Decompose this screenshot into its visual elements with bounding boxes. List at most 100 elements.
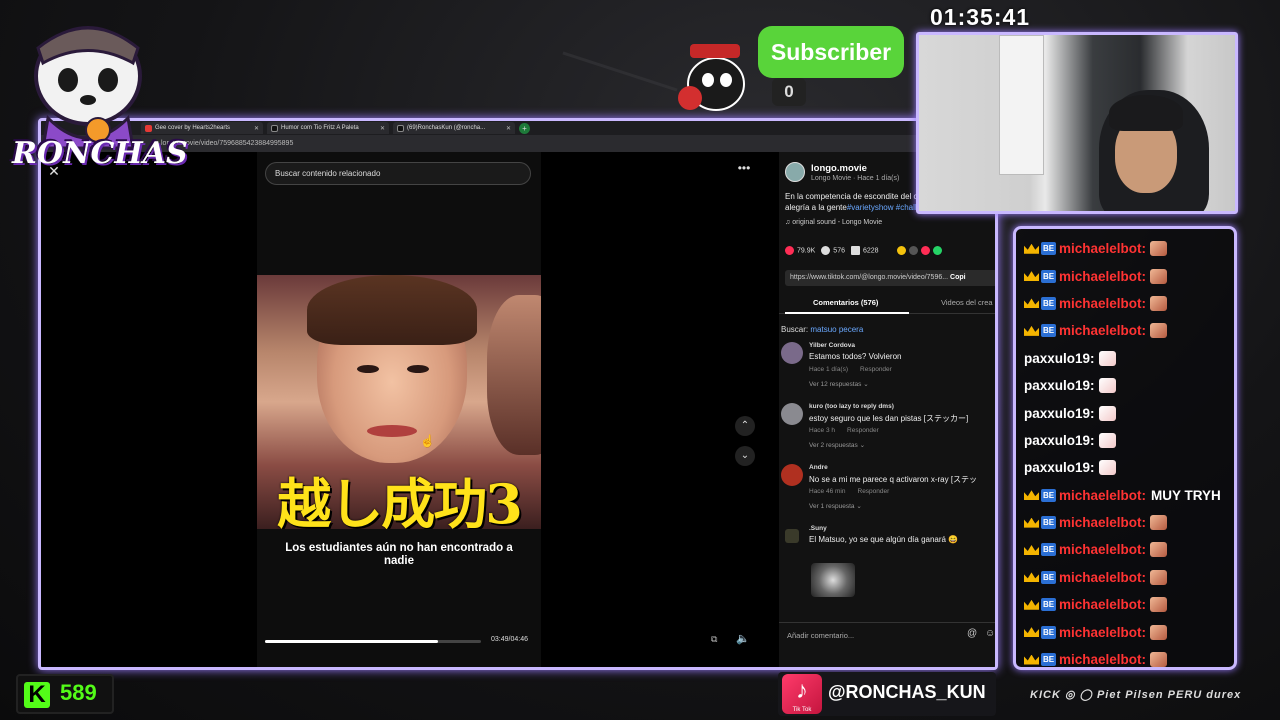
sub-badge-icon: BE (1041, 625, 1056, 639)
chat-username[interactable]: michaelelbot: (1059, 296, 1146, 311)
video-eye-right (407, 365, 429, 373)
crown-badge-icon (1024, 271, 1039, 282)
kick-count: 589 (60, 680, 97, 705)
comment-stat[interactable]: 576 (821, 246, 845, 255)
commenter-name[interactable]: kuro (too lazy to reply dms) (809, 403, 894, 410)
emoji-share-icon[interactable] (896, 246, 906, 255)
comment-item: kuro (too lazy to reply dms) estoy segur… (781, 403, 995, 463)
webcam-shelf (999, 35, 1044, 175)
author-name[interactable]: longo.movie (811, 163, 867, 174)
tab-label: (69)RonchasKun (@roncha... (407, 125, 486, 131)
close-tab-icon[interactable]: ✕ (380, 125, 385, 132)
chat-message: BE michaelelbot: (1024, 317, 1234, 344)
chat-username[interactable]: paxxulo19: (1024, 378, 1095, 393)
reply-button[interactable]: Responder (860, 366, 892, 373)
volume-icon[interactable]: 🔈 (736, 632, 750, 645)
chat-message: BE michaelelbot: (1024, 564, 1234, 591)
commenter-name[interactable]: .Suny (809, 525, 827, 532)
chat-username[interactable]: paxxulo19: (1024, 460, 1095, 475)
commenter-avatar[interactable] (781, 342, 803, 364)
next-video-button[interactable]: ⌄ (735, 446, 755, 466)
crown-badge-icon (1024, 325, 1039, 336)
video-progress-bar[interactable] (265, 640, 481, 643)
commenter-avatar[interactable] (785, 529, 799, 543)
chat-username[interactable]: michaelelbot: (1059, 542, 1146, 557)
sound-label[interactable]: ♫ original sound - Longo Movie (785, 219, 882, 226)
embed-icon[interactable] (908, 246, 918, 255)
chat-username[interactable]: michaelelbot: (1059, 515, 1146, 530)
save-stat[interactable]: 6228 (850, 246, 879, 255)
copy-link-button[interactable]: Copi (950, 274, 966, 281)
search-query[interactable]: matsuo pecera (810, 325, 863, 334)
close-tab-icon[interactable]: ✕ (506, 125, 511, 132)
add-comment-input[interactable]: Añadir comentario... (779, 622, 995, 646)
commenter-name[interactable]: Andre (809, 464, 828, 471)
like-stat[interactable]: 79.9K (785, 246, 815, 255)
subscriber-button[interactable]: Subscriber (758, 26, 904, 78)
chat-emote-icon (1150, 268, 1168, 284)
crown-badge-icon (1024, 627, 1039, 638)
chat-username[interactable]: michaelelbot: (1059, 488, 1146, 503)
view-replies-button[interactable]: Ver 1 respuesta ⌄ (809, 502, 862, 510)
chat-username[interactable]: paxxulo19: (1024, 406, 1095, 421)
crown-badge-icon (1024, 517, 1039, 528)
commenter-avatar[interactable] (781, 403, 803, 425)
video-player[interactable]: 越し成功3 (257, 275, 541, 529)
chat-username[interactable]: paxxulo19: (1024, 351, 1095, 366)
video-page: ✕ Buscar contenido relacionado 越し成功3 Los… (41, 152, 995, 667)
author-avatar[interactable] (785, 162, 805, 182)
comment-meta: Hace 3 h Responder (809, 427, 879, 434)
chat-emote-icon (1098, 378, 1116, 394)
close-tab-icon[interactable]: ✕ (254, 125, 259, 132)
mention-icon[interactable]: @ (967, 628, 977, 639)
chat-message: paxxulo19: (1024, 399, 1234, 426)
chat-username[interactable]: michaelelbot: (1059, 625, 1146, 640)
webcam-person-beanie (1109, 95, 1183, 131)
miniplayer-icon[interactable]: ⧉ (711, 634, 717, 645)
active-tab-underline (785, 312, 909, 314)
tiktok-handle-badge: ♪ Tik Tok @RONCHAS_KUN (778, 672, 996, 716)
commenter-avatar[interactable] (781, 464, 803, 486)
comment-item: Yilber Cordova Estamos todos? Volvieron … (781, 342, 995, 402)
emoji-icon[interactable]: ☺ (985, 628, 995, 639)
chat-emote-icon (1150, 542, 1168, 558)
send-icon[interactable] (920, 246, 930, 255)
tiktok-icon (271, 124, 278, 132)
chat-text: MUY TRYH (1151, 487, 1221, 503)
browser-tab[interactable]: Humor com Tio Fritz A Paleta ✕ (267, 122, 389, 134)
comment-count: 576 (833, 247, 845, 255)
chat-message: paxxulo19: (1024, 345, 1234, 372)
background-mic-arm (562, 51, 678, 92)
chat-username[interactable]: michaelelbot: (1059, 652, 1146, 667)
browser-tab[interactable]: (69)RonchasKun (@roncha... ✕ (393, 122, 515, 134)
penguin-mascot-icon (678, 44, 745, 111)
chat-username[interactable]: michaelelbot: (1059, 241, 1146, 256)
new-tab-button[interactable]: + (519, 122, 530, 134)
comment-image-thumbnail[interactable] (811, 563, 855, 597)
tab-label: Humor com Tio Fritz A Paleta (281, 125, 359, 131)
chat-emote-icon (1098, 460, 1116, 476)
view-replies-button[interactable]: Ver 2 respuestas ⌄ (809, 441, 865, 449)
chat-username[interactable]: michaelelbot: (1059, 597, 1146, 612)
reply-button[interactable]: Responder (847, 427, 879, 434)
related-search-input[interactable]: Buscar contenido relacionado (265, 162, 531, 185)
chat-message: BE michaelelbot: (1024, 536, 1234, 563)
chat-username[interactable]: michaelelbot: (1059, 570, 1146, 585)
previous-video-button[interactable]: ⌃ (735, 416, 755, 436)
comment-search-hint[interactable]: Buscar: matsuo pecera (781, 325, 863, 334)
reply-button[interactable]: Responder (858, 488, 890, 495)
view-replies-button[interactable]: Ver 12 respuestas ⌄ (809, 380, 869, 388)
more-options-icon[interactable]: ••• (735, 162, 753, 180)
chat-username[interactable]: michaelelbot: (1059, 269, 1146, 284)
sub-badge-icon: BE (1041, 242, 1056, 256)
video-person-side (487, 295, 541, 455)
copy-link-field[interactable]: https://www.tiktok.com/@longo.movie/vide… (785, 270, 995, 286)
tab-comments[interactable]: Comentarios (576) (813, 298, 878, 307)
commenter-name[interactable]: Yilber Cordova (809, 342, 855, 349)
chat-username[interactable]: michaelelbot: (1059, 323, 1146, 338)
chat-message: paxxulo19: (1024, 454, 1234, 481)
tab-creator-videos[interactable]: Videos del crea (941, 298, 993, 307)
whatsapp-icon[interactable] (932, 246, 942, 255)
chat-username[interactable]: paxxulo19: (1024, 433, 1095, 448)
kick-icon: K (24, 682, 50, 708)
